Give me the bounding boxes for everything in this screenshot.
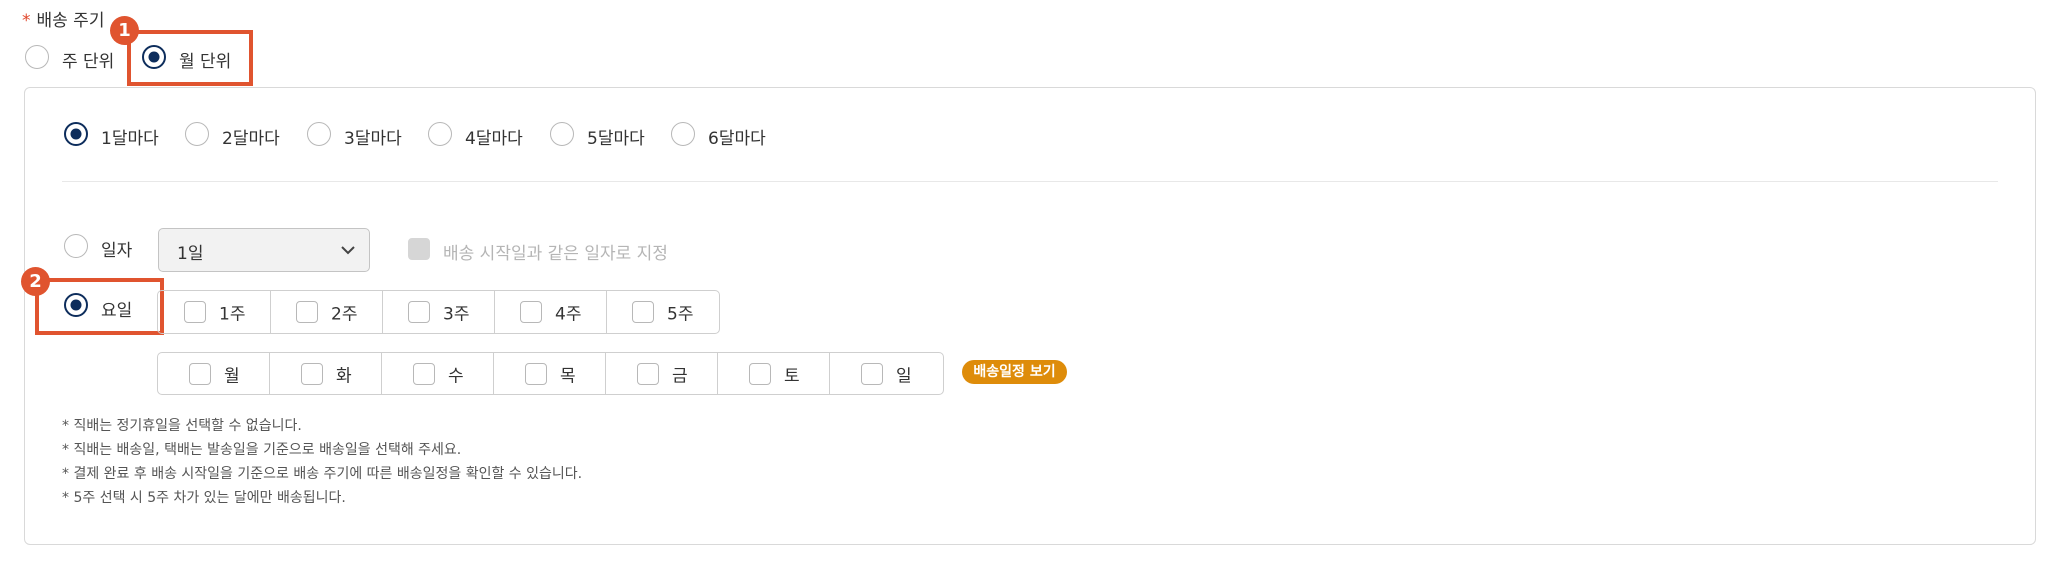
weekday-wed-label: 수 (448, 366, 464, 386)
week-2-checkbox[interactable] (296, 301, 318, 323)
week-5-label: 5주 (667, 304, 694, 325)
weekday-sun-option[interactable]: 일 (830, 353, 942, 394)
day-select-value: 1일 (177, 244, 204, 264)
week-1-label: 1주 (219, 304, 246, 325)
month-2-radio[interactable] (185, 122, 209, 146)
panel-divider (62, 181, 1998, 182)
view-schedule-button[interactable]: 배송일정 보기 (962, 360, 1067, 384)
month-5-label: 5달마다 (587, 129, 645, 149)
weekday-selector: 월 화 수 목 금 토 일 (157, 352, 944, 395)
weekday-thu-option[interactable]: 목 (494, 353, 606, 394)
month-6-label: 6달마다 (708, 129, 766, 149)
weekday-thu-label: 목 (560, 366, 576, 386)
day-select[interactable]: 1일 (158, 228, 370, 272)
weekly-unit-radio[interactable] (25, 45, 49, 69)
weekday-mon-option[interactable]: 월 (158, 353, 270, 394)
callout-1-highlight (127, 30, 253, 86)
note-item: * 5주 선택 시 5주 차가 있는 달에만 배송됩니다. (62, 490, 346, 506)
chevron-down-icon (339, 241, 357, 263)
week-3-label: 3주 (443, 304, 470, 325)
month-3-label: 3달마다 (344, 129, 402, 149)
weekday-fri-option[interactable]: 금 (606, 353, 718, 394)
weekday-mon-label: 월 (224, 366, 240, 386)
week-1-option[interactable]: 1주 (158, 291, 271, 333)
weekday-fri-label: 금 (672, 366, 688, 386)
week-4-option[interactable]: 4주 (495, 291, 607, 333)
month-4-label: 4달마다 (465, 129, 523, 149)
weekday-wed-checkbox[interactable] (413, 362, 435, 385)
callout-2-highlight (35, 278, 164, 335)
weekday-sun-checkbox[interactable] (861, 362, 883, 385)
date-mode-radio[interactable] (64, 234, 88, 258)
week-3-option[interactable]: 3주 (383, 291, 495, 333)
same-date-label: 배송 시작일과 같은 일자로 지정 (443, 244, 668, 264)
month-6-radio[interactable] (671, 122, 695, 146)
weekday-mon-checkbox[interactable] (189, 362, 211, 385)
month-5-radio[interactable] (550, 122, 574, 146)
week-selector: 1주 2주 3주 4주 5주 (157, 290, 720, 334)
callout-1-badge: 1 (110, 16, 139, 45)
week-5-checkbox[interactable] (632, 301, 654, 323)
week-5-option[interactable]: 5주 (607, 291, 718, 333)
weekday-sat-label: 토 (784, 366, 800, 386)
same-date-checkbox[interactable] (408, 238, 430, 260)
section-title-label: 배송 주기 (36, 11, 105, 31)
month-3-radio[interactable] (307, 122, 331, 146)
week-1-checkbox[interactable] (184, 301, 206, 323)
week-2-option[interactable]: 2주 (271, 291, 383, 333)
note-item: * 결제 완료 후 배송 시작일을 기준으로 배송 주기에 따른 배송일정을 확… (62, 466, 583, 482)
month-2-label: 2달마다 (222, 129, 280, 149)
note-item: * 직배는 정기휴일을 선택할 수 없습니다. (62, 418, 302, 434)
callout-2-badge: 2 (21, 267, 50, 296)
weekday-sun-label: 일 (896, 366, 912, 386)
weekday-sat-option[interactable]: 토 (718, 353, 830, 394)
week-2-label: 2주 (331, 304, 358, 325)
notes: * 직배는 정기휴일을 선택할 수 없습니다. * 직배는 배송일, 택배는 발… (62, 414, 582, 510)
week-4-checkbox[interactable] (520, 301, 542, 323)
month-1-label: 1달마다 (101, 129, 159, 149)
note-item: * 직배는 배송일, 택배는 발송일을 기준으로 배송일을 선택해 주세요. (62, 442, 462, 458)
weekday-tue-checkbox[interactable] (301, 362, 323, 385)
weekday-wed-option[interactable]: 수 (382, 353, 494, 394)
week-3-checkbox[interactable] (408, 301, 430, 323)
weekday-thu-checkbox[interactable] (525, 362, 547, 385)
weekday-tue-label: 화 (336, 366, 352, 386)
month-4-radio[interactable] (428, 122, 452, 146)
date-mode-label: 일자 (101, 241, 133, 261)
required-mark: * (22, 11, 31, 31)
weekday-sat-checkbox[interactable] (749, 362, 771, 385)
weekday-fri-checkbox[interactable] (637, 362, 659, 385)
weekly-unit-label: 주 단위 (62, 52, 115, 72)
section-title: * 배송 주기 (22, 6, 104, 31)
month-1-radio[interactable] (64, 122, 88, 146)
weekday-tue-option[interactable]: 화 (270, 353, 382, 394)
week-4-label: 4주 (555, 304, 582, 325)
